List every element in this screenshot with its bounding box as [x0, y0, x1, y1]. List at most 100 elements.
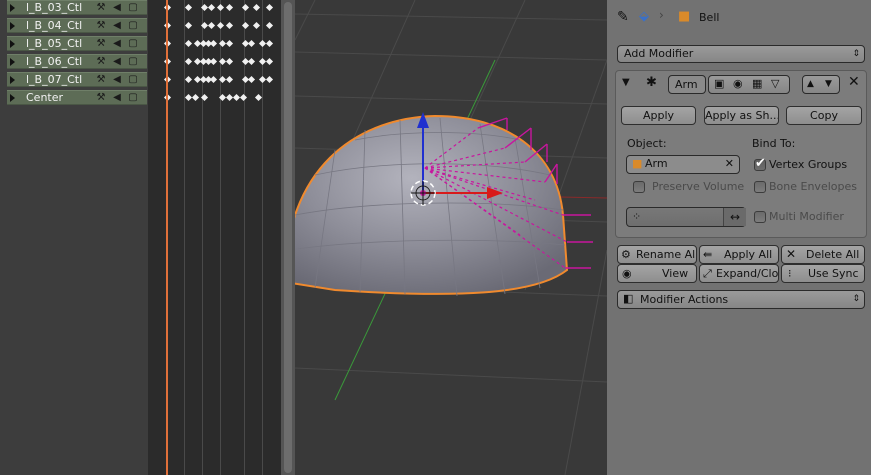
keyframe-diamond[interactable] [247, 75, 256, 84]
copy-button[interactable]: Copy [786, 106, 862, 125]
expand-triangle-icon[interactable] [10, 94, 15, 102]
close-icon[interactable]: ✕ [848, 74, 860, 90]
channel-row[interactable]: l_B_06_Ctl ⚒ ◀ ▢ [7, 54, 147, 69]
keyframe-diamond[interactable] [265, 75, 274, 84]
lock-icon[interactable]: ▢ [127, 92, 139, 103]
invert-vertex-group-icon[interactable]: ↔ [723, 208, 746, 226]
keyframe-diamond[interactable] [225, 3, 234, 12]
channel-row[interactable]: l_B_03_Ctl ⚒ ◀ ▢ [7, 0, 147, 15]
keyframe-diamond[interactable] [265, 39, 274, 48]
keyframe-diamond[interactable] [252, 21, 261, 30]
modifier-name-field[interactable]: Arm [668, 75, 706, 94]
keyframe-diamond[interactable] [254, 93, 263, 102]
channel-row[interactable]: l_B_04_Ctl ⚒ ◀ ▢ [7, 18, 147, 33]
keyframe-diamond[interactable] [265, 3, 274, 12]
apply-all-button[interactable]: ⇚ Apply All [699, 245, 779, 264]
keyframe-diamond[interactable] [225, 75, 234, 84]
expand-collapse-button[interactable]: ⤢ Expand/Clo... [699, 264, 779, 283]
viewport-canvas[interactable] [295, 0, 607, 475]
pin-icon[interactable]: ✎ [617, 9, 629, 25]
scrollbar-thumb[interactable] [284, 2, 292, 473]
keyframe-diamond[interactable] [200, 93, 209, 102]
lock-icon[interactable]: ▢ [127, 38, 139, 49]
keyframe-diamond[interactable] [265, 57, 274, 66]
keyframe-diamond[interactable] [209, 75, 218, 84]
channel-row[interactable]: l_B_07_Ctl ⚒ ◀ ▢ [7, 72, 147, 87]
keyframe-diamond[interactable] [207, 3, 216, 12]
rename-all-button[interactable]: ⚙ Rename All [617, 245, 697, 264]
wrench-icon[interactable]: ⚒ [95, 20, 107, 31]
speaker-icon[interactable]: ◀ [111, 38, 123, 49]
keyframe-diamond[interactable] [184, 21, 193, 30]
current-frame-playhead[interactable] [166, 0, 168, 475]
speaker-icon[interactable]: ◀ [111, 92, 123, 103]
keyframe-diamond[interactable] [184, 75, 193, 84]
move-up-icon[interactable]: ▲ [807, 76, 814, 92]
expand-triangle-icon[interactable] [10, 76, 15, 84]
keyframe-diamond[interactable] [241, 21, 250, 30]
channel-row[interactable]: l_B_05_Ctl ⚒ ◀ ▢ [7, 36, 147, 51]
keyframe-diamond[interactable] [191, 93, 200, 102]
wrench-icon[interactable]: ⚒ [95, 74, 107, 85]
speaker-icon[interactable]: ◀ [111, 2, 123, 13]
wrench-icon[interactable]: ⚒ [95, 2, 107, 13]
object-field[interactable]: ■ Arm ✕ [626, 155, 740, 174]
channel-row[interactable]: Center ⚒ ◀ ▢ [7, 90, 147, 105]
keyframe-diamond[interactable] [247, 39, 256, 48]
scene-icon[interactable]: ⬙ [639, 9, 649, 24]
keyframe-diamond[interactable] [252, 3, 261, 12]
vertex-groups-checkbox[interactable]: ✔ [754, 156, 766, 171]
expand-triangle-icon[interactable] [10, 40, 15, 48]
3d-viewport[interactable] [295, 0, 607, 475]
cage-icon[interactable]: ▽ [771, 76, 779, 92]
use-sync-button[interactable]: ⁝ Use Sync [781, 264, 865, 283]
keyframe-diamond[interactable] [184, 39, 193, 48]
wrench-icon[interactable]: ⚒ [95, 56, 107, 67]
bone-envelopes-checkbox[interactable] [754, 181, 766, 193]
vertex-group-field[interactable]: ⁘ ↔ [626, 207, 746, 227]
lock-icon[interactable]: ▢ [127, 56, 139, 67]
object-cube-icon: ■ [632, 157, 643, 170]
expand-triangle-icon[interactable] [10, 58, 15, 66]
wrench-icon[interactable]: ⚒ [95, 92, 107, 103]
keyframe-diamond[interactable] [225, 39, 234, 48]
keyframe-diamond[interactable] [216, 3, 225, 12]
apply-button[interactable]: Apply [621, 106, 696, 125]
keyframe-diamond[interactable] [184, 3, 193, 12]
expand-triangle-icon[interactable] [10, 22, 15, 30]
move-down-icon[interactable]: ▼ [825, 76, 832, 92]
editmode-icon[interactable]: ▦ [752, 76, 762, 92]
speaker-icon[interactable]: ◀ [111, 20, 123, 31]
keyframe-diamond[interactable] [216, 21, 225, 30]
render-camera-icon[interactable]: ▣ [714, 76, 724, 92]
clear-field-icon[interactable]: ✕ [725, 156, 734, 172]
keyframe-diamond[interactable] [209, 39, 218, 48]
eye-icon[interactable]: ◉ [733, 76, 743, 92]
multi-modifier-checkbox[interactable] [754, 211, 766, 223]
dopesheet-keyframe-area[interactable] [148, 0, 281, 475]
keyframe-diamond[interactable] [239, 93, 248, 102]
keyframe-diamond[interactable] [209, 57, 218, 66]
speaker-icon[interactable]: ◀ [111, 56, 123, 67]
keyframe-diamond[interactable] [265, 21, 274, 30]
lock-icon[interactable]: ▢ [127, 2, 139, 13]
lock-icon[interactable]: ▢ [127, 20, 139, 31]
speaker-icon[interactable]: ◀ [111, 74, 123, 85]
wrench-icon[interactable]: ⚒ [95, 38, 107, 49]
preserve-volume-checkbox[interactable] [633, 181, 645, 193]
modifier-actions-dropdown[interactable]: ◧ Modifier Actions ⇕ [617, 290, 865, 309]
delete-all-button[interactable]: ✕ Delete All [781, 245, 865, 264]
apply-as-shape-button[interactable]: Apply as Sh... [704, 106, 779, 125]
collapse-arrow-icon[interactable]: ▼ [622, 77, 630, 88]
keyframe-diamond[interactable] [184, 57, 193, 66]
add-modifier-dropdown[interactable]: Add Modifier ⇕ [617, 45, 865, 63]
keyframe-diamond[interactable] [225, 57, 234, 66]
keyframe-diamond[interactable] [247, 57, 256, 66]
keyframe-diamond[interactable] [207, 21, 216, 30]
view-button[interactable]: ◉ View [617, 264, 697, 283]
expand-triangle-icon[interactable] [10, 4, 15, 12]
lock-icon[interactable]: ▢ [127, 74, 139, 85]
dopesheet-scrollbar[interactable] [281, 0, 295, 475]
keyframe-diamond[interactable] [241, 3, 250, 12]
keyframe-diamond[interactable] [225, 21, 234, 30]
